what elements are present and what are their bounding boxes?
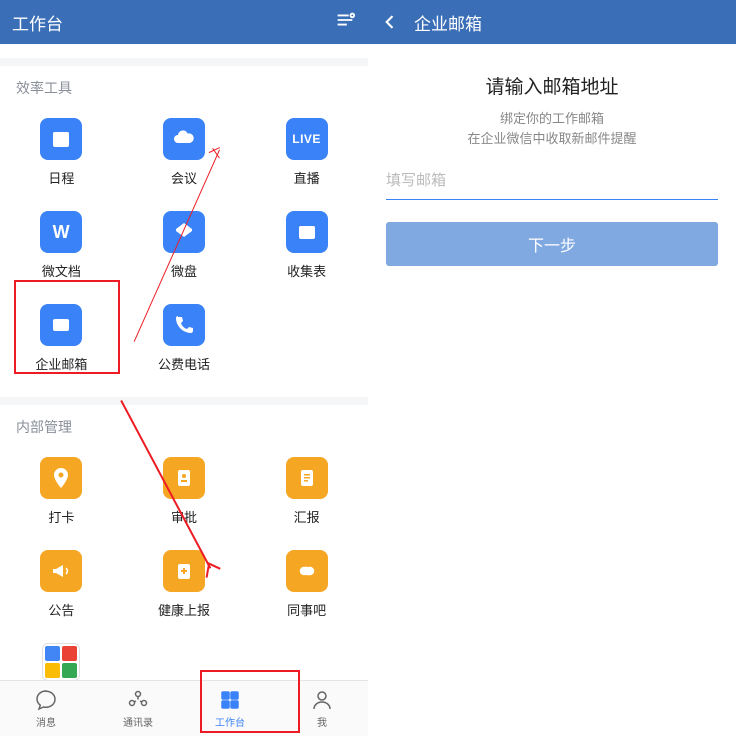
menu-icon[interactable]	[334, 9, 356, 36]
header-title: 工作台	[12, 10, 334, 35]
app-forms[interactable]: 收集表	[245, 201, 368, 294]
app-calendar[interactable]: 日程	[0, 108, 123, 201]
section-internal: 内部管理 打卡 审批 汇报	[0, 405, 368, 680]
app-label: 打卡	[48, 507, 74, 526]
forms-icon	[286, 211, 328, 253]
drive-icon	[163, 211, 205, 253]
app-phone[interactable]: 公费电话	[123, 294, 246, 387]
cloud-icon	[163, 118, 205, 160]
app-label: 直播	[294, 168, 320, 187]
tab-label: 消息	[36, 714, 56, 729]
email-input[interactable]	[386, 162, 718, 200]
app-docs[interactable]: W 微文档	[0, 201, 123, 294]
megaphone-icon	[40, 550, 82, 592]
app-label: 健康上报	[158, 600, 210, 619]
app-label: 审批	[171, 507, 197, 526]
app-label: 会议	[171, 168, 197, 187]
location-icon	[40, 457, 82, 499]
app-label: 微盘	[171, 261, 197, 280]
tab-workspace[interactable]: 工作台	[184, 681, 276, 736]
app-approval[interactable]: 审批	[123, 447, 246, 540]
tab-messages[interactable]: 消息	[0, 681, 92, 736]
app-label: 企业邮箱	[35, 354, 87, 373]
back-button[interactable]	[380, 12, 400, 32]
report-icon	[286, 457, 328, 499]
calendar-icon	[40, 118, 82, 160]
app-label: 公费电话	[158, 354, 210, 373]
app-label: 公告	[48, 600, 74, 619]
app-announce[interactable]: 公告	[0, 540, 123, 633]
app-live[interactable]: LIVE 直播	[245, 108, 368, 201]
phone-icon	[163, 304, 205, 346]
app-label: 微文档	[42, 261, 81, 280]
tab-contacts[interactable]: 通讯录	[92, 681, 184, 736]
mail-icon	[40, 304, 82, 346]
email-prompt-sub2: 在企业微信中收取新邮件提醒	[386, 129, 718, 149]
app-report[interactable]: 汇报	[245, 447, 368, 540]
next-button[interactable]: 下一步	[386, 222, 718, 266]
app-checkin[interactable]: 打卡	[0, 447, 123, 540]
app-drive[interactable]: 微盘	[123, 201, 246, 294]
approval-icon	[163, 457, 205, 499]
app-meeting[interactable]: 会议	[123, 108, 246, 201]
tab-label: 工作台	[215, 714, 245, 729]
tab-bar: 消息 通讯录 工作台 我	[0, 680, 368, 736]
section-title: 效率工具	[0, 66, 368, 104]
header-title: 企业邮箱	[414, 10, 482, 35]
docs-icon: W	[40, 211, 82, 253]
health-icon	[163, 550, 205, 592]
app-health[interactable]: 健康上报	[123, 540, 246, 633]
section-efficiency: 效率工具 日程 会议 LIVE 直播 W	[0, 66, 368, 397]
email-prompt-sub1: 绑定你的工作邮箱	[386, 109, 718, 129]
app-colleagues[interactable]: 同事吧	[245, 540, 368, 633]
app-other[interactable]: 其他	[0, 633, 123, 680]
right-header: 企业邮箱	[368, 0, 736, 44]
app-label: 收集表	[287, 261, 326, 280]
tab-me[interactable]: 我	[276, 681, 368, 736]
section-title: 内部管理	[0, 405, 368, 443]
link-icon	[286, 550, 328, 592]
app-label: 同事吧	[287, 600, 326, 619]
app-email[interactable]: 企业邮箱	[0, 294, 123, 387]
app-label: 日程	[48, 168, 74, 187]
apps-grid-icon	[42, 643, 80, 680]
left-header: 工作台	[0, 0, 368, 44]
tab-label: 我	[317, 714, 327, 729]
app-label: 汇报	[294, 507, 320, 526]
email-prompt-title: 请输入邮箱地址	[386, 72, 718, 99]
tab-label: 通讯录	[123, 714, 153, 729]
live-icon: LIVE	[286, 118, 328, 160]
